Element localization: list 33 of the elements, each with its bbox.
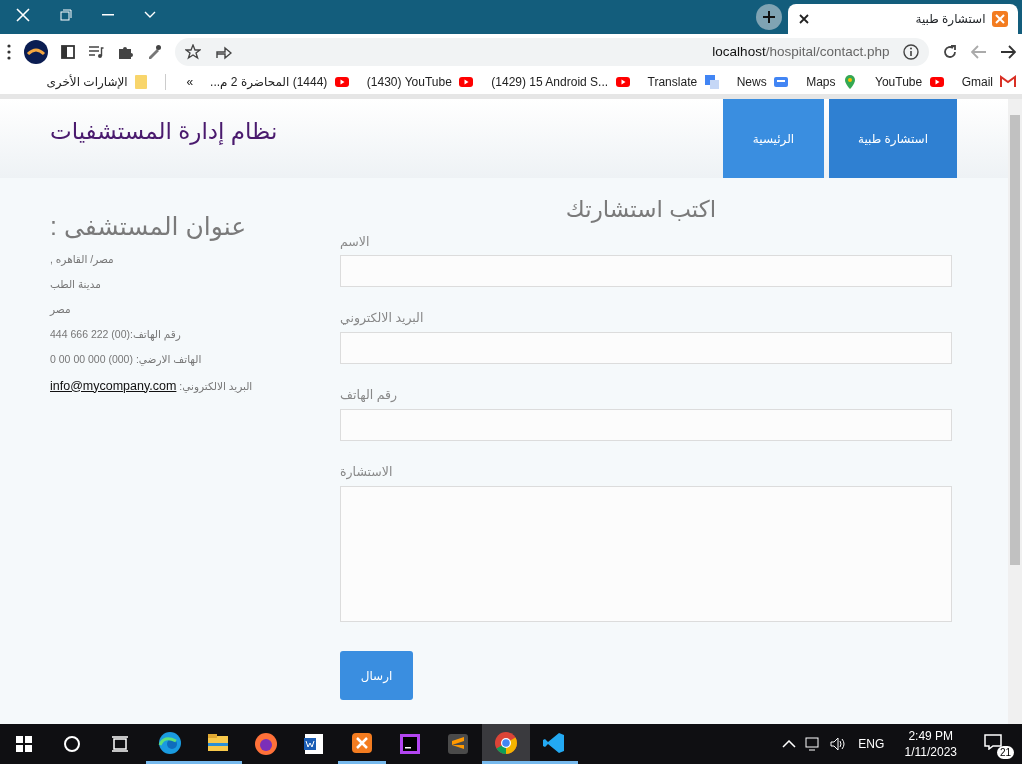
- url-text: localhost/hospital/contact.php: [712, 42, 890, 61]
- bookmark[interactable]: (1430) YouTube: [366, 73, 475, 91]
- field-label: البريد الالكتروني: [340, 310, 425, 328]
- bookmark[interactable]: (1444) المحاضرة 2 م...: [210, 73, 350, 91]
- bookmark[interactable]: Maps: [806, 73, 858, 91]
- field-label: الاسم: [340, 233, 371, 251]
- email-label: البريد الالكتروني:: [178, 379, 253, 392]
- address-line: رقم الهاتف:(00) 222 666 444: [50, 326, 182, 342]
- form-heading: اكتب استشارتك: [564, 195, 718, 225]
- site-title: نظام إدارة المستشفيات: [49, 117, 278, 147]
- field-label: رقم الهاتف: [340, 387, 399, 404]
- section-heading: عنوان المستشفى :: [50, 211, 248, 243]
- nav-link[interactable]: استشارة طبية: [829, 99, 957, 178]
- field-label: الاستشارة: [340, 463, 394, 482]
- browser-tab[interactable]: استشارة طبية: [788, 4, 1018, 34]
- address-line: الهاتف الارضي: (000) 000 00 00 0: [50, 351, 203, 367]
- clock[interactable]: 2:49 PM 1/11/2023: [896, 727, 965, 761]
- address-bar[interactable]: localhost/hospital/contact.php: [174, 38, 929, 66]
- bookmark[interactable]: (1429) 15 Android S...: [491, 73, 631, 91]
- more-bookmarks-button[interactable]: »: [186, 73, 194, 91]
- language-indicator[interactable]: ENG: [858, 735, 885, 753]
- notification-count: 21: [996, 746, 1014, 759]
- notification-button[interactable]: 21: [984, 729, 1014, 759]
- email-link[interactable]: info@mycompany.com: [50, 378, 177, 393]
- tab-title: استشارة طبية: [915, 11, 986, 28]
- bookmark[interactable]: YouTube: [875, 73, 945, 91]
- address-line: مدينة الطب: [50, 276, 102, 292]
- bookmark[interactable]: News: [736, 73, 790, 91]
- bookmark[interactable]: Gmail: [961, 73, 1016, 91]
- bookmark-folder[interactable]: الإشارات الأخرى: [46, 73, 149, 91]
- address-line: مصر/ القاهره ,: [50, 251, 115, 267]
- address-line: مصر: [50, 301, 72, 317]
- bookmark[interactable]: Translate: [647, 73, 720, 91]
